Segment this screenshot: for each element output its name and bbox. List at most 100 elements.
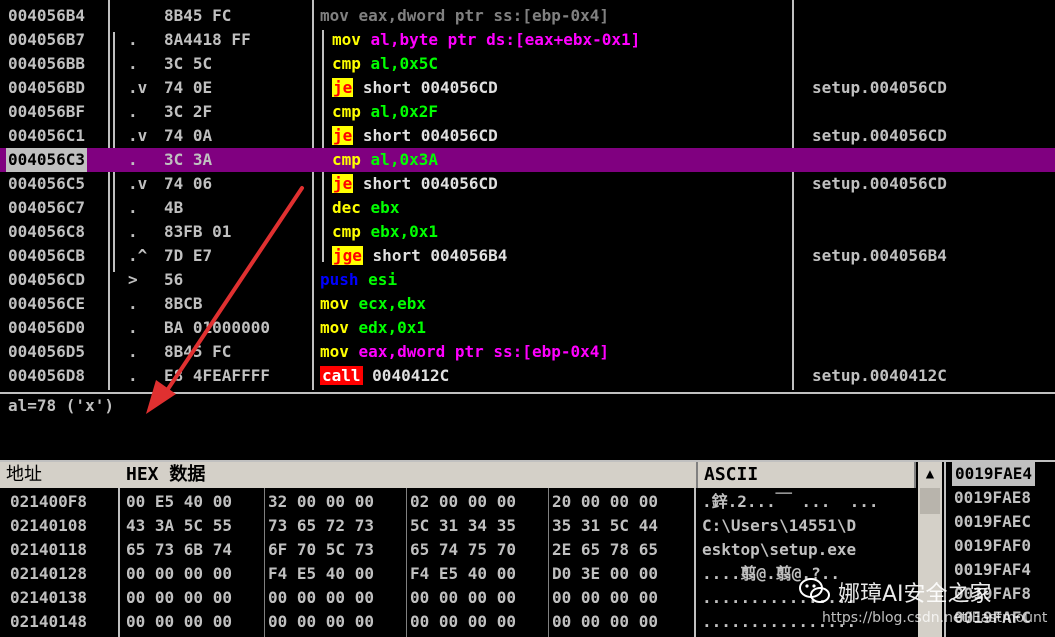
instruction-comment: setup.004056CD (812, 126, 947, 145)
dump-hex-group: F4 E5 40 00 (410, 564, 516, 583)
flow-marker: .v (128, 174, 148, 193)
flow-marker: . (128, 198, 138, 217)
instruction-bytes: E8 4FEAFFFF (164, 366, 270, 385)
flow-marker: . (128, 30, 138, 49)
disassembly-pane[interactable]: 004056B4 8B45 FC mov eax,dword ptr ss:[ebp… (0, 0, 1055, 390)
dump-hex-group: 00 00 00 00 (552, 588, 658, 607)
dump-address: 02140128 (10, 564, 88, 583)
operands: short 004056CD (362, 174, 498, 193)
dump-row[interactable]: 02140148 00 00 00 00 00 00 00 00 00 00 00 0… (0, 610, 918, 634)
dump-hex-group: 65 74 75 70 (410, 540, 516, 559)
scroll-up-icon[interactable]: ▲ (922, 466, 938, 482)
instruction-text: jge short 004056B4 (332, 244, 507, 268)
hex-group-divider (406, 488, 407, 637)
instruction-bytes: 8A4418 FF (164, 30, 251, 49)
instruction-address: 004056CD (8, 270, 86, 289)
disasm-row[interactable]: 004056BB. 3C 5C cmp al,0x5C (0, 52, 1055, 76)
dump-row[interactable]: 02140138 00 00 00 00 00 00 00 00 00 00 00 0… (0, 586, 918, 610)
instruction-address: 004056B4 (8, 6, 86, 25)
disasm-row[interactable]: 004056C1 .v 74 0A je short 004056CD setup.00… (0, 124, 1055, 148)
dump-header-hex[interactable]: HEX 数据 (120, 462, 698, 488)
instruction-text: push esi (320, 268, 397, 292)
dump-address: 021400F8 (10, 492, 88, 511)
register-info: al=78 ('x') (8, 396, 114, 415)
operands: al,byte ptr ds:[eax+ebx-0x1] (370, 30, 641, 49)
instruction-text: mov ecx,ebx (320, 292, 426, 316)
flow-marker: . (128, 366, 138, 385)
disasm-row[interactable]: 004056B7. 8A4418 FF mov al,byte ptr ds:[ea… (0, 28, 1055, 52)
disasm-row[interactable]: 004056BF. 3C 2F cmp al,0x2F (0, 100, 1055, 124)
mnemonic: je (332, 174, 354, 193)
disasm-row[interactable]: 004056C5 .v 74 06 je short 004056CD setup.00… (0, 172, 1055, 196)
instruction-bytes: 3C 3A (164, 150, 213, 169)
instruction-bytes: 56 (164, 270, 184, 289)
operands: short 004056CD (362, 78, 498, 97)
disasm-row[interactable]: 004056CE. 8BCB mov ecx,ebx (0, 292, 1055, 316)
disasm-row[interactable]: 004056C7. 4B dec ebx (0, 196, 1055, 220)
instruction-bytes: 83FB 01 (164, 222, 232, 241)
dump-row[interactable]: 021400F8 00 E5 40 00 32 00 00 00 02 00 00 0… (0, 490, 918, 514)
instruction-bytes: 8B45 FC (164, 342, 232, 361)
operands: edx,0x1 (358, 318, 426, 337)
dump-hex-group: 73 65 72 73 (268, 516, 374, 535)
dump-hex-group: 00 00 00 00 (126, 564, 232, 583)
flow-marker: . (128, 102, 138, 121)
operands: ebx,0x1 (370, 222, 438, 241)
disasm-row[interactable]: 004056D5. 8B45 FC mov eax,dword ptr ss:[eb… (0, 340, 1055, 364)
dump-hex-group: 00 00 00 00 (410, 612, 516, 631)
dump-hex-group: 00 00 00 00 (410, 588, 516, 607)
mnemonic: je (332, 78, 354, 97)
disasm-row[interactable]: 004056C3. 3C 3A cmp al,0x3A (0, 148, 1055, 172)
instruction-address: 004056D8 (8, 366, 86, 385)
dump-header-ascii[interactable]: ASCII (698, 462, 916, 488)
stack-address[interactable]: 0019FAEC (954, 510, 1031, 534)
dump-header-address[interactable]: 地址 (0, 462, 122, 488)
disasm-row[interactable]: 004056C8. 83FB 01 cmp ebx,0x1 (0, 220, 1055, 244)
stack-address[interactable]: 0019FAE8 (954, 486, 1031, 510)
dump-address: 02140118 (10, 540, 88, 559)
stack-address[interactable]: 0019FAF0 (954, 534, 1031, 558)
disasm-row[interactable]: 004056CB .^ 7D E7 jge short 004056B4 setup.0… (0, 244, 1055, 268)
instruction-text: mov al,byte ptr ds:[eax+ebx-0x1] (332, 28, 640, 52)
disasm-row[interactable]: 004056CD >56 push esi (0, 268, 1055, 292)
dump-row[interactable]: 02140118 65 73 6B 74 6F 70 5C 73 65 74 75 7… (0, 538, 918, 562)
hex-group-divider (264, 488, 265, 637)
watermark: 娜璋AI安全之家 (798, 572, 1048, 612)
disasm-row[interactable]: 004056BD .v 74 0E je short 004056CD setup.00… (0, 76, 1055, 100)
instruction-address: 004056C7 (8, 198, 86, 217)
dump-hex-group: 2E 65 78 65 (552, 540, 658, 559)
flow-marker: .v (128, 78, 148, 97)
dump-ascii: C:\Users\14551\D (702, 516, 857, 535)
hex-group-divider (548, 488, 549, 637)
instruction-bytes: 8B45 FC (164, 6, 232, 25)
mnemonic: mov (320, 6, 349, 25)
mnemonic: jge (332, 246, 363, 265)
stack-address[interactable]: 0019FAE4 (952, 462, 1036, 486)
dump-hex-group: 00 00 00 00 (552, 612, 658, 631)
instruction-comment: setup.004056CD (812, 78, 947, 97)
operands: eax,dword ptr ss:[ebp-0x4] (358, 342, 609, 361)
disasm-row[interactable]: 004056D8. E8 4FEAFFFF call 0040412C setup.0… (0, 364, 1055, 388)
dump-row[interactable]: 02140108 43 3A 5C 55 73 65 72 73 5C 31 34 3… (0, 514, 918, 538)
instruction-address: 004056C3 (6, 148, 88, 172)
dump-address: 02140148 (10, 612, 88, 631)
instruction-address: 004056BF (8, 102, 86, 121)
mnemonic: cmp (332, 150, 361, 169)
instruction-text: mov edx,0x1 (320, 316, 426, 340)
instruction-address: 004056CE (8, 294, 86, 313)
dump-hex-group: 00 00 00 00 (268, 588, 374, 607)
dump-address: 02140138 (10, 588, 88, 607)
disasm-row[interactable]: 004056B4 8B45 FC mov eax,dword ptr ss:[ebp… (0, 4, 1055, 28)
instruction-address: 004056C8 (8, 222, 86, 241)
dump-row[interactable]: 02140128 00 00 00 00 F4 E5 40 00 F4 E5 40 0… (0, 562, 918, 586)
operands: short 004056CD (362, 126, 498, 145)
instruction-address: 004056CB (8, 246, 86, 265)
dump-hex-group: 6F 70 5C 73 (268, 540, 374, 559)
operands: 0040412C (372, 366, 450, 385)
flow-marker: . (128, 222, 138, 241)
disasm-row[interactable]: 004056D0. BA 01000000 mov edx,0x1 (0, 316, 1055, 340)
dump-hex-group: D0 3E 00 00 (552, 564, 658, 583)
dump-hex-group: 00 00 00 00 (126, 612, 232, 631)
scroll-thumb[interactable] (920, 488, 940, 514)
operands: al,0x5C (370, 54, 438, 73)
